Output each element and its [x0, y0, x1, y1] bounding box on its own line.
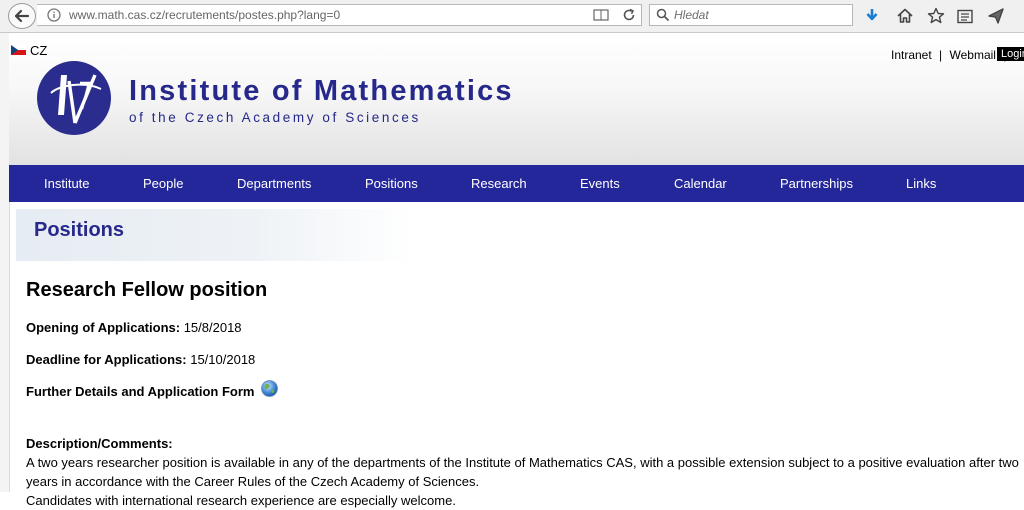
description-note: Candidates with international research e… — [26, 493, 456, 508]
reader-view-icon[interactable] — [592, 7, 610, 23]
web-page: CZ Intranet | Webmail | Login Institute … — [0, 33, 1024, 508]
nav-item-research[interactable]: Research — [471, 176, 527, 191]
description-text: A two years researcher position is avail… — [26, 455, 1019, 489]
nav-item-departments[interactable]: Departments — [237, 176, 311, 191]
nav-item-calendar[interactable]: Calendar — [674, 176, 727, 191]
bookmarks-list-icon[interactable] — [955, 6, 975, 26]
nav-item-events[interactable]: Events — [580, 176, 620, 191]
webmail-link[interactable]: Webmail — [950, 48, 996, 62]
site-header: CZ Intranet | Webmail | Login Institute … — [9, 33, 1024, 165]
search-placeholder: Hledat — [674, 8, 709, 22]
back-arrow-icon — [14, 9, 30, 23]
search-input[interactable]: Hledat — [649, 4, 853, 26]
section-title: Positions — [34, 219, 125, 241]
login-button[interactable]: Login — [997, 47, 1024, 61]
opening-label: Opening of Applications: — [26, 320, 181, 335]
czech-flag-icon[interactable] — [11, 45, 26, 55]
section-heading-box: Positions — [16, 209, 412, 261]
deadline-value: 15/10/2018 — [190, 352, 256, 367]
site-subtitle: of the Czech Academy of Sciences — [129, 110, 421, 125]
institute-logo[interactable] — [37, 61, 111, 135]
nav-item-links[interactable]: Links — [906, 176, 936, 191]
download-icon[interactable] — [862, 6, 882, 26]
send-icon[interactable] — [986, 6, 1006, 26]
deadline-row: Deadline for Applications: 15/10/2018 — [26, 352, 255, 367]
main-navigation: Institute People Departments Positions R… — [9, 165, 1024, 202]
back-button[interactable] — [8, 3, 36, 29]
logo-monogram-icon — [40, 64, 108, 132]
description-label: Description/Comments: — [26, 436, 173, 451]
opening-value: 15/8/2018 — [183, 320, 242, 335]
browser-toolbar: www.math.cas.cz/recrutements/postes.php?… — [0, 0, 1024, 33]
job-title: Research Fellow position — [26, 279, 268, 301]
nav-item-institute[interactable]: Institute — [44, 176, 90, 191]
deadline-label: Deadline for Applications: — [26, 352, 187, 367]
globe-link-icon[interactable] — [260, 379, 279, 398]
site-title: Institute of Mathematics — [129, 75, 514, 107]
language-switch-link[interactable]: CZ — [30, 43, 47, 58]
details-row: Further Details and Application Form — [26, 384, 254, 399]
reload-icon[interactable] — [620, 6, 638, 24]
nav-item-partnerships[interactable]: Partnerships — [780, 176, 853, 191]
details-label: Further Details and Application Form — [26, 384, 255, 399]
address-bar[interactable]: www.math.cas.cz/recrutements/postes.php?… — [37, 4, 642, 26]
intranet-link[interactable]: Intranet — [891, 48, 932, 62]
search-icon — [656, 8, 670, 22]
url-text: www.math.cas.cz/recrutements/postes.php?… — [69, 8, 341, 22]
top-links: Intranet | Webmail | — [889, 48, 1008, 62]
bookmark-star-icon[interactable] — [926, 6, 946, 26]
description-block: Description/Comments: A two years resear… — [26, 434, 1022, 510]
opening-date-row: Opening of Applications: 15/8/2018 — [26, 320, 242, 335]
nav-item-positions[interactable]: Positions — [365, 176, 418, 191]
site-info-icon[interactable] — [46, 7, 64, 23]
home-icon[interactable] — [895, 6, 915, 26]
nav-item-people[interactable]: People — [143, 176, 183, 191]
link-separator: | — [939, 48, 943, 62]
